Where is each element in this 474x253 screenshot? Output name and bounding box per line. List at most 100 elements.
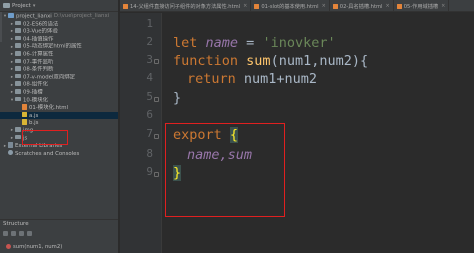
- keyword: let: [173, 35, 198, 51]
- code-line-4: return num1+num2: [187, 71, 317, 87]
- editor-tab[interactable]: 05-作用域插槽 ×: [394, 0, 450, 11]
- tree-item-label: 06-计算属性: [23, 51, 54, 58]
- folder-icon: [15, 81, 21, 86]
- tree-item[interactable]: ▸ 02-ES6的语法: [0, 20, 118, 29]
- editor-tab[interactable]: 01-slot的基本使用.html ×: [251, 0, 330, 11]
- tree-item-label: 08-条件判断: [23, 66, 54, 73]
- project-panel-header[interactable]: Project ▾: [0, 0, 118, 12]
- tree-item-label: 09-插槽: [23, 89, 43, 96]
- line-number: 9: [146, 165, 153, 178]
- tab-label: 14-父组件直接访问子组件的对象方法属性.html: [130, 3, 241, 10]
- close-icon[interactable]: ×: [243, 3, 247, 9]
- sort-icon[interactable]: [3, 231, 8, 236]
- js-file-icon: [22, 111, 27, 118]
- annotation-box-file: [22, 130, 68, 145]
- folder-icon: [15, 96, 21, 102]
- folder-icon: [15, 58, 21, 64]
- tree-item[interactable]: ▸ 04-插值操作: [0, 35, 118, 44]
- close-icon[interactable]: ×: [385, 3, 389, 9]
- project-panel-title: Project: [12, 2, 31, 9]
- tree-item-label: 07-事件监听: [23, 58, 54, 65]
- tree-item[interactable]: ▸ 07-v-model双向绑定: [0, 73, 118, 82]
- code-line-2: let name = 'inovker': [173, 35, 336, 51]
- tree-item-label: Scratches and Consoles: [15, 150, 80, 157]
- structure-panel-header[interactable]: Structure: [0, 219, 118, 228]
- tree-item-label: 04-插值操作: [23, 36, 54, 43]
- html-file-icon: [396, 3, 402, 9]
- library-icon: [8, 142, 13, 148]
- close-icon[interactable]: ×: [441, 3, 445, 9]
- fold-marker-icon[interactable]: [154, 134, 159, 139]
- line-number: 7: [146, 127, 153, 140]
- fold-marker-icon[interactable]: [154, 172, 159, 177]
- folder-icon: [15, 20, 21, 26]
- structure-toolbar: [0, 229, 118, 238]
- line-number: 5: [146, 90, 153, 103]
- keyword: function: [173, 53, 239, 69]
- line-number: 3: [146, 53, 153, 66]
- variable-name: name: [205, 35, 239, 51]
- editor-tab[interactable]: 14-父组件直接访问子组件的对象方法属性.html ×: [120, 0, 252, 11]
- tree-item-label: 07-v-model双向绑定: [23, 74, 75, 81]
- fold-marker-icon[interactable]: [154, 59, 159, 64]
- fold-marker-icon[interactable]: [154, 97, 159, 102]
- code-line-5: }: [173, 90, 181, 106]
- line-number: 6: [146, 108, 153, 121]
- tree-item-label: project_lianxi: [16, 13, 52, 20]
- chevron-down-icon[interactable]: ▾: [33, 3, 36, 9]
- tree-item[interactable]: Scratches and Consoles: [0, 149, 118, 158]
- tree-item[interactable]: ▾ 10-模块化: [0, 96, 118, 105]
- structure-item[interactable]: sum(num1, num2): [0, 243, 118, 251]
- tree-item-label: 05-动态绑定html的属性: [23, 43, 82, 50]
- editor-tab[interactable]: 02-具名插槽.html ×: [330, 0, 394, 11]
- params: (num1,num2){: [270, 53, 369, 69]
- folder-icon: [3, 3, 10, 8]
- line-number: 8: [146, 147, 153, 160]
- collapse-icon[interactable]: [27, 231, 32, 236]
- tree-item-label: 03-Vue的体验: [23, 28, 58, 35]
- tree-item-label: a.js: [29, 112, 39, 119]
- expand-icon[interactable]: [19, 231, 24, 236]
- tree-item[interactable]: a.js: [0, 111, 118, 120]
- structure-item-label: sum(num1, num2): [13, 244, 63, 250]
- folder-icon: [15, 28, 21, 33]
- tree-item[interactable]: ▸ 08-条件判断: [0, 66, 118, 74]
- tree-item-label: 01-模块化.html: [29, 105, 68, 112]
- html-file-icon: [22, 104, 27, 110]
- keyword: return: [187, 71, 236, 87]
- folder-icon: [15, 50, 21, 56]
- tree-item[interactable]: ▸ 08-组件化: [0, 81, 118, 89]
- code-editor[interactable]: 1 2 3 4 5 6 7 8 9 let name = 'inovker' function …: [120, 13, 474, 253]
- annotation-box-export: [165, 123, 285, 217]
- folder-icon: [15, 66, 21, 71]
- html-file-icon: [254, 3, 260, 9]
- line-number-gutter: 1 2 3 4 5 6 7 8 9: [120, 13, 162, 253]
- folder-icon: [15, 126, 21, 132]
- scratches-icon: [8, 149, 13, 156]
- tree-item[interactable]: ▸ 07-事件监听: [0, 58, 118, 67]
- folder-icon: [15, 88, 21, 94]
- tab-label: 05-作用域插槽: [403, 3, 439, 10]
- folder-icon: [15, 134, 21, 140]
- close-icon[interactable]: ×: [322, 3, 326, 9]
- project-path-hint: D:\vue\project_lianxi: [53, 13, 110, 20]
- folder-icon: [15, 43, 21, 48]
- sort-alpha-icon[interactable]: [11, 231, 16, 236]
- tree-item[interactable]: ▾ project_lianxi D:\vue\project_lianxi: [0, 13, 118, 21]
- tree-item[interactable]: ▸ 05-动态绑定html的属性: [0, 43, 118, 51]
- tree-item[interactable]: ▸ 03-Vue的体验: [0, 28, 118, 36]
- tree-item[interactable]: b.js: [0, 119, 118, 127]
- line-number: 4: [146, 71, 153, 84]
- function-name: sum: [246, 53, 271, 69]
- tree-item[interactable]: ▸ 06-计算属性: [0, 50, 118, 59]
- tree-item[interactable]: 01-模块化.html: [0, 104, 118, 112]
- method-icon: [6, 243, 11, 249]
- project-tool-window: Project ▾ ▾ project_lianxi D:\vue\project_…: [0, 0, 119, 253]
- line-number: 1: [146, 17, 153, 30]
- line-number: 2: [146, 35, 153, 48]
- side-tab-project[interactable]: [0, 12, 2, 42]
- tab-label: 02-具名插槽.html: [339, 3, 383, 10]
- project-folder-icon: [8, 13, 14, 18]
- tree-item[interactable]: ▸ 09-插槽: [0, 88, 118, 97]
- folder-icon: [15, 35, 21, 41]
